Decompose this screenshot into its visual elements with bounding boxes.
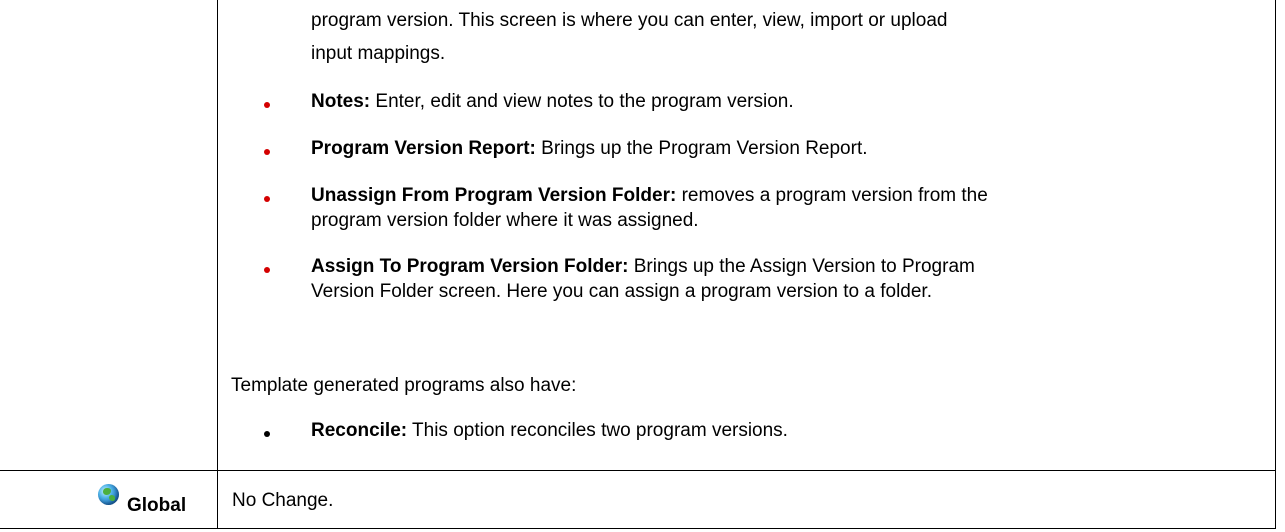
bullet-term: Program Version Report: (311, 138, 536, 159)
bullet-unassign-line-1: Unassign From Program Version Folder: re… (311, 184, 988, 208)
globe-icon (98, 484, 119, 505)
bullet-icon (264, 102, 270, 108)
table-label-column (0, 0, 218, 528)
bullet-text: removes a program version from the (676, 185, 988, 206)
bullet-term: Notes: (311, 91, 371, 112)
bullet-icon (264, 431, 270, 437)
bullet-icon (264, 267, 270, 273)
global-value: No Change. (232, 490, 334, 511)
global-label: Global (127, 495, 187, 516)
intro-text-line-2: input mappings. (311, 43, 446, 64)
bullet-term: Unassign From Program Version Folder: (311, 185, 677, 206)
row-divider (0, 470, 1275, 471)
bullet-text: Brings up the Assign Version to Program (628, 256, 975, 277)
template-intro-text: Template generated programs also have: (231, 375, 577, 396)
bullet-unassign-line-2: program version folder where it was assi… (311, 210, 699, 231)
bullet-notes: Notes: Enter, edit and view notes to the… (311, 90, 794, 114)
bullet-program-version-report: Program Version Report: Brings up the Pr… (311, 137, 868, 161)
bullet-assign-line-2: Version Folder screen. Here you can assi… (311, 281, 932, 302)
bullet-reconcile: Reconcile: This option reconciles two pr… (311, 419, 788, 443)
bullet-text: Enter, edit and view notes to the progra… (370, 91, 794, 112)
bullet-assign-line-1: Assign To Program Version Folder: Brings… (311, 255, 975, 279)
bullet-icon (264, 149, 270, 155)
bullet-term: Assign To Program Version Folder: (311, 256, 629, 277)
bullet-text: This option reconciles two program versi… (407, 420, 788, 441)
bullet-icon (264, 196, 270, 202)
intro-text-line-1: program version. This screen is where yo… (311, 10, 948, 31)
bullet-term: Reconcile: (311, 420, 408, 441)
document-table: program version. This screen is where yo… (0, 0, 1276, 529)
bullet-text: Brings up the Program Version Report. (535, 138, 868, 159)
